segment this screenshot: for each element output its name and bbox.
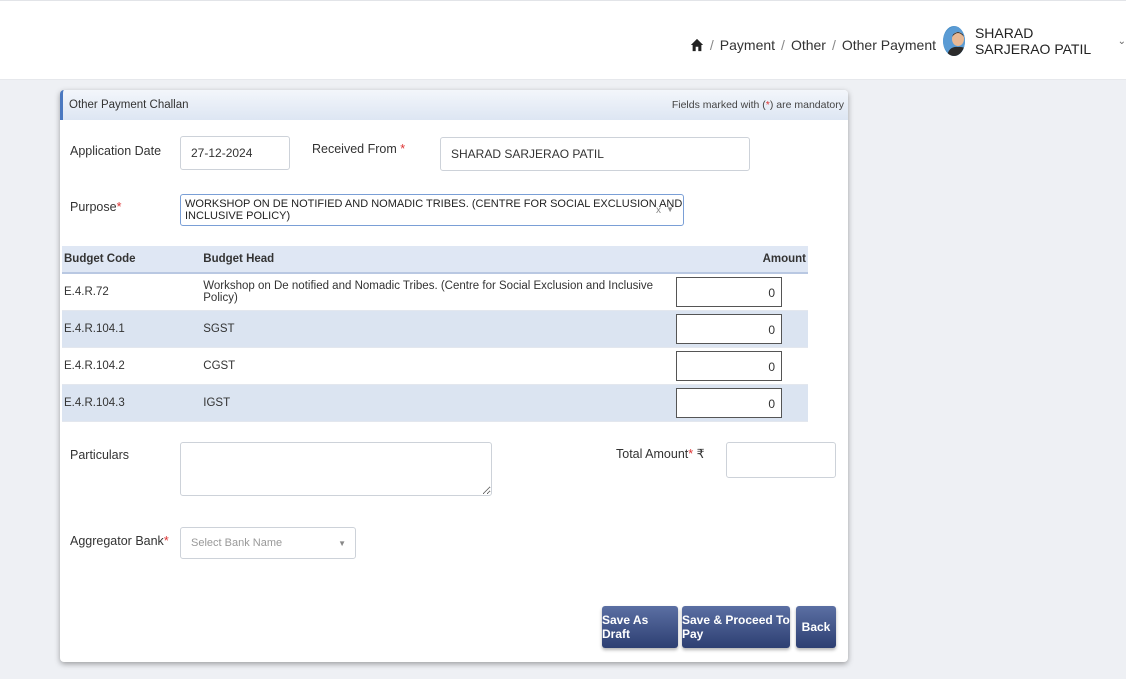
table-row: E.4.R.104.1 SGST 0: [62, 310, 808, 348]
amount-input[interactable]: 0: [676, 351, 782, 381]
aggregator-bank-label: Aggregator Bank*: [70, 534, 169, 548]
budget-head-header: Budget Head: [201, 246, 674, 274]
rupee-icon: ₹: [696, 447, 705, 461]
breadcrumb-other[interactable]: Other: [791, 37, 826, 53]
budget-head-cell: SGST: [201, 310, 674, 348]
breadcrumb-other-payment: Other Payment: [841, 37, 936, 53]
other-payment-challan-panel: Other Payment Challan Fields marked with…: [60, 90, 848, 662]
budget-table: Budget Code Budget Head Amount E.4.R.72 …: [62, 246, 808, 422]
mandatory-note: Fields marked with (*) are mandatory: [671, 99, 844, 111]
aggregator-bank-select[interactable]: Select Bank Name ▼: [180, 527, 356, 559]
dropdown-arrow-icon[interactable]: ▼: [666, 205, 674, 214]
table-row: E.4.R.104.2 CGST 0: [62, 347, 808, 385]
breadcrumb-separator: /: [709, 37, 714, 53]
chevron-down-icon[interactable]: ⌄: [1118, 36, 1126, 47]
budget-head-cell: CGST: [201, 347, 674, 385]
amount-input[interactable]: 0: [676, 314, 782, 344]
total-amount-label: Total Amount* ₹: [616, 447, 705, 461]
budget-code-cell: E.4.R.104.3: [62, 384, 202, 422]
budget-code-cell: E.4.R.72: [62, 273, 202, 311]
application-date-field[interactable]: 27-12-2024: [180, 136, 290, 170]
received-from-label: Received From *: [312, 142, 406, 156]
user-name: SHARAD SARJERAO PATIL: [974, 25, 1092, 57]
back-button[interactable]: Back: [796, 606, 836, 648]
particulars-label: Particulars: [70, 448, 130, 462]
purpose-label: Purpose*: [70, 200, 122, 214]
particulars-textarea[interactable]: [180, 442, 492, 496]
save-proceed-pay-button[interactable]: Save & Proceed To Pay: [682, 606, 790, 648]
budget-head-cell: IGST: [201, 384, 674, 422]
amount-input[interactable]: 0: [676, 277, 782, 307]
avatar: [943, 26, 965, 56]
amount-input[interactable]: 0: [676, 388, 782, 418]
purpose-select[interactable]: WORKSHOP ON DE NOTIFIED AND NOMADIC TRIB…: [180, 194, 684, 226]
breadcrumb: / Payment / Other / Other Payment: [690, 37, 936, 53]
table-row: E.4.R.72 Workshop on De notified and Nom…: [62, 273, 808, 311]
clear-icon[interactable]: x: [656, 205, 661, 216]
purpose-selected-value: WORKSHOP ON DE NOTIFIED AND NOMADIC TRIB…: [185, 198, 683, 222]
total-amount-field[interactable]: [726, 442, 836, 478]
budget-head-cell: Workshop on De notified and Nomadic Trib…: [201, 273, 674, 311]
budget-code-header: Budget Code: [62, 246, 202, 274]
application-date-label: Application Date: [70, 144, 162, 158]
table-row: E.4.R.104.3 IGST 0: [62, 384, 808, 422]
breadcrumb-separator: /: [781, 37, 785, 53]
home-icon[interactable]: [690, 38, 704, 52]
dropdown-arrow-icon[interactable]: ▼: [338, 539, 346, 548]
breadcrumb-separator: /: [831, 37, 836, 53]
table-header-row: Budget Code Budget Head Amount: [62, 246, 808, 274]
save-as-draft-button[interactable]: Save As Draft: [602, 606, 678, 648]
breadcrumb-payment[interactable]: Payment: [720, 37, 775, 53]
panel-title: Other Payment Challan: [69, 99, 189, 111]
budget-code-cell: E.4.R.104.1: [62, 310, 202, 348]
user-avatar-icon: [943, 26, 965, 56]
panel-header: Other Payment Challan Fields marked with…: [60, 90, 848, 120]
amount-header: Amount: [674, 246, 808, 274]
user-menu[interactable]: SHARAD SARJERAO PATIL ⌄: [943, 25, 1126, 57]
bank-select-placeholder: Select Bank Name: [191, 537, 283, 549]
top-bar: / Payment / Other / Other Payment SHARAD…: [0, 0, 1126, 80]
received-from-field[interactable]: SHARAD SARJERAO PATIL: [440, 137, 750, 171]
budget-code-cell: E.4.R.104.2: [62, 347, 202, 385]
